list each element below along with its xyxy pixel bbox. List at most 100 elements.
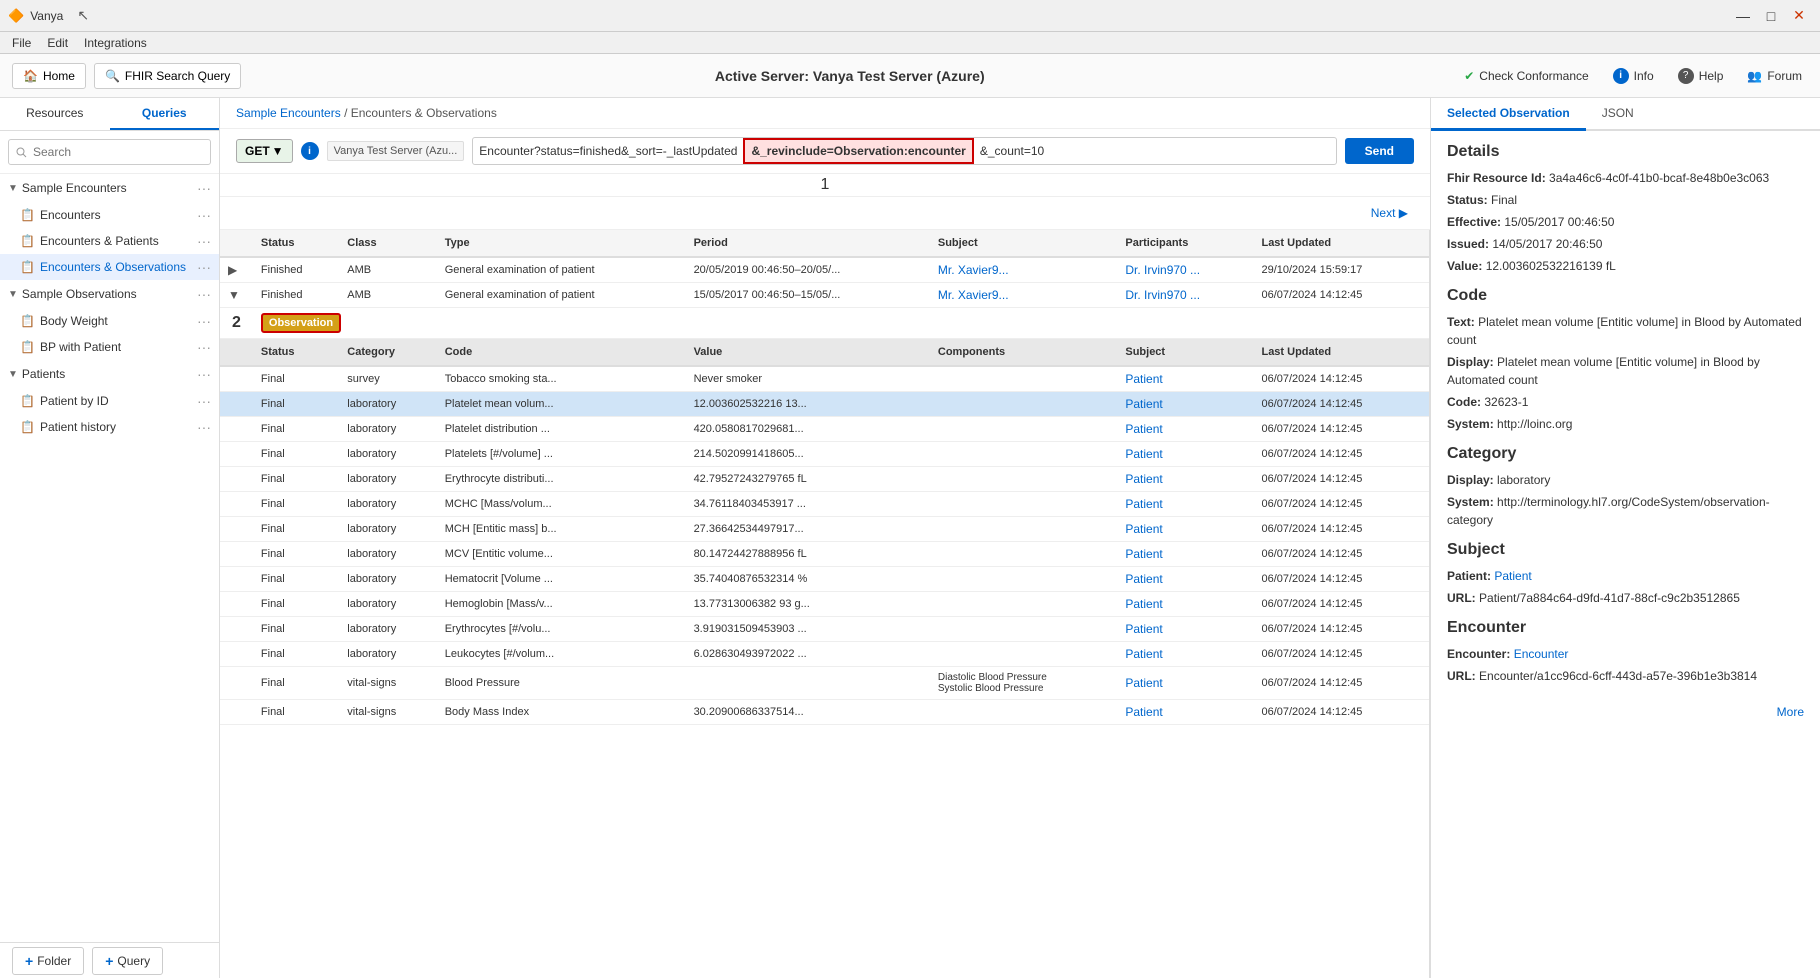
obs-row[interactable]: Final laboratory Hematocrit [Volume ... … [220, 567, 1429, 592]
code-value: 32623-1 [1484, 395, 1528, 409]
subject-link-1[interactable]: Mr. Xavier9... [938, 263, 1009, 277]
obs-col-status: Status [253, 339, 339, 367]
forum-btn[interactable]: 👥 Forum [1741, 65, 1808, 87]
fhir-label: FHIR Search Query [125, 69, 230, 83]
obs-components [930, 366, 1117, 392]
obs-row[interactable]: Final vital-signs Blood Pressure Diastol… [220, 667, 1429, 700]
menu-integrations[interactable]: Integrations [76, 34, 155, 52]
sidebar-item-encounters[interactable]: 📋 Encounters ··· [0, 202, 219, 228]
obs-row[interactable]: Final vital-signs Body Mass Index 30.209… [220, 700, 1429, 725]
home-label: Home [43, 69, 75, 83]
collapse-arrow: ▼ [8, 183, 18, 194]
obs-row[interactable]: Final laboratory MCV [Entitic volume... … [220, 542, 1429, 567]
obs-subject-1[interactable]: Patient [1125, 372, 1162, 386]
obs-category: survey [339, 366, 436, 392]
category-section-title: Category [1447, 445, 1804, 463]
method-btn[interactable]: GET ▼ [236, 139, 293, 163]
more-link[interactable]: More [1777, 705, 1804, 719]
send-btn[interactable]: Send [1345, 138, 1414, 164]
menu-edit[interactable]: Edit [39, 34, 76, 52]
breadcrumb-parent[interactable]: Sample Encounters [236, 106, 341, 120]
obs-row[interactable]: Final laboratory Erythrocyte distributi.… [220, 467, 1429, 492]
obs-row[interactable]: Final laboratory Platelets [#/volume] ..… [220, 442, 1429, 467]
minimize-btn[interactable]: — [1730, 5, 1756, 27]
titlebar-left: 🔶 Vanya ↖ [8, 7, 89, 24]
subject-link-2[interactable]: Mr. Xavier9... [938, 288, 1009, 302]
info-btn[interactable]: i Info [1607, 64, 1660, 88]
obs-subject-2[interactable]: Patient [1125, 397, 1162, 411]
app-title: Vanya [30, 9, 63, 23]
table-row: ▼ Finished AMB General examination of pa… [220, 283, 1429, 308]
obs-row[interactable]: Final laboratory MCHC [Mass/volum... 34.… [220, 492, 1429, 517]
fhir-resource-id-row: Fhir Resource Id: 3a4a46c6-4c0f-41b0-bca… [1447, 169, 1804, 187]
help-label: Help [1699, 69, 1724, 83]
obs-row[interactable]: Final survey Tobacco smoking sta... Neve… [220, 366, 1429, 392]
obs-row[interactable]: Final laboratory Leukocytes [#/volum... … [220, 642, 1429, 667]
main-layout: Resources Queries ▼ Sample Encounters ··… [0, 98, 1820, 978]
patient-link[interactable]: Patient [1494, 569, 1531, 583]
encounters-more[interactable]: ··· [197, 207, 211, 223]
home-btn[interactable]: 🏠 Home [12, 63, 86, 89]
query-part1: Encounter?status=finished&_sort=-_lastUp… [473, 140, 743, 162]
search-input[interactable] [8, 139, 211, 165]
expand-btn-2[interactable]: ▼ [228, 288, 240, 302]
tab-queries[interactable]: Queries [110, 98, 220, 130]
home-icon: 🏠 [23, 69, 38, 83]
close-btn[interactable]: ✕ [1786, 5, 1812, 27]
body-weight-more[interactable]: ··· [197, 313, 211, 329]
query-info-btn[interactable]: i [301, 142, 319, 160]
encounter-link[interactable]: Encounter [1514, 647, 1569, 661]
maximize-btn[interactable]: □ [1758, 5, 1784, 27]
add-query-btn[interactable]: + Query [92, 947, 163, 975]
query-label: Query [117, 954, 150, 968]
sidebar-item-encounters-patients[interactable]: 📋 Encounters & Patients ··· [0, 228, 219, 254]
encounters-observations-more[interactable]: ··· [197, 259, 211, 275]
sidebar-item-patient-by-id[interactable]: 📋 Patient by ID ··· [0, 388, 219, 414]
observation-badge: Observation [261, 313, 341, 333]
sample-encounters-more[interactable]: ··· [197, 180, 211, 196]
check-conformance-btn[interactable]: ✔ Check Conformance [1458, 65, 1594, 87]
app-logo: 🔶 [8, 8, 24, 24]
query-icon-2: 📋 [20, 234, 35, 248]
help-btn[interactable]: ? Help [1672, 64, 1730, 88]
add-folder-btn[interactable]: + Folder [12, 947, 84, 975]
obs-row[interactable]: Final laboratory Platelet distribution .… [220, 417, 1429, 442]
col-expand [220, 230, 253, 257]
menu-file[interactable]: File [4, 34, 39, 52]
sample-observations-more[interactable]: ··· [197, 286, 211, 302]
patient-history-more[interactable]: ··· [197, 419, 211, 435]
next-btn[interactable]: Next ▶ [1365, 203, 1414, 223]
sidebar-item-body-weight[interactable]: 📋 Body Weight ··· [0, 308, 219, 334]
obs-row[interactable]: Final laboratory Platelet mean volum... … [220, 392, 1429, 417]
toolbar-right: ✔ Check Conformance i Info ? Help 👥 Foru… [1458, 64, 1808, 88]
sample-encounters-header[interactable]: ▼ Sample Encounters ··· [0, 174, 219, 202]
encounter-label: Encounter: [1447, 647, 1510, 661]
patient-by-id-more[interactable]: ··· [197, 393, 211, 409]
obs-value-2: 12.003602532216 13... [686, 392, 930, 417]
encounters-patients-more[interactable]: ··· [197, 233, 211, 249]
expand-btn-1[interactable]: ▶ [228, 263, 237, 277]
tab-selected-observation[interactable]: Selected Observation [1431, 98, 1586, 131]
patients-more[interactable]: ··· [197, 366, 211, 382]
obs-row[interactable]: Final laboratory MCH [Entitic mass] b...… [220, 517, 1429, 542]
obs-row[interactable]: Final laboratory Erythrocytes [#/volu...… [220, 617, 1429, 642]
fhir-search-btn[interactable]: 🔍 FHIR Search Query [94, 63, 241, 89]
tab-json[interactable]: JSON [1586, 98, 1650, 131]
obs-lu: 06/07/2024 14:12:45 [1253, 366, 1429, 392]
participants-link-1[interactable]: Dr. Irvin970 ... [1125, 263, 1200, 277]
last-updated-cell-1: 29/10/2024 15:59:17 [1253, 257, 1429, 283]
obs-row[interactable]: Final laboratory Hemoglobin [Mass/v... 1… [220, 592, 1429, 617]
patients-header[interactable]: ▼ Patients ··· [0, 360, 219, 388]
participants-link-2[interactable]: Dr. Irvin970 ... [1125, 288, 1200, 302]
patient-url-label: URL: [1447, 591, 1476, 605]
observation-badge-row: 2 Observation [220, 308, 1429, 339]
tab-resources[interactable]: Resources [0, 98, 110, 130]
sidebar-item-patient-history[interactable]: 📋 Patient history ··· [0, 414, 219, 440]
bottom-bar: + Folder + Query [0, 942, 219, 978]
sample-observations-header[interactable]: ▼ Sample Observations ··· [0, 280, 219, 308]
sidebar-item-encounters-observations[interactable]: 📋 Encounters & Observations ··· [0, 254, 219, 280]
breadcrumb-current: Encounters & Observations [351, 106, 497, 120]
sidebar-item-bp-patient[interactable]: 📋 BP with Patient ··· [0, 334, 219, 360]
bp-patient-more[interactable]: ··· [197, 339, 211, 355]
sample-observations-label: Sample Observations [22, 287, 137, 301]
